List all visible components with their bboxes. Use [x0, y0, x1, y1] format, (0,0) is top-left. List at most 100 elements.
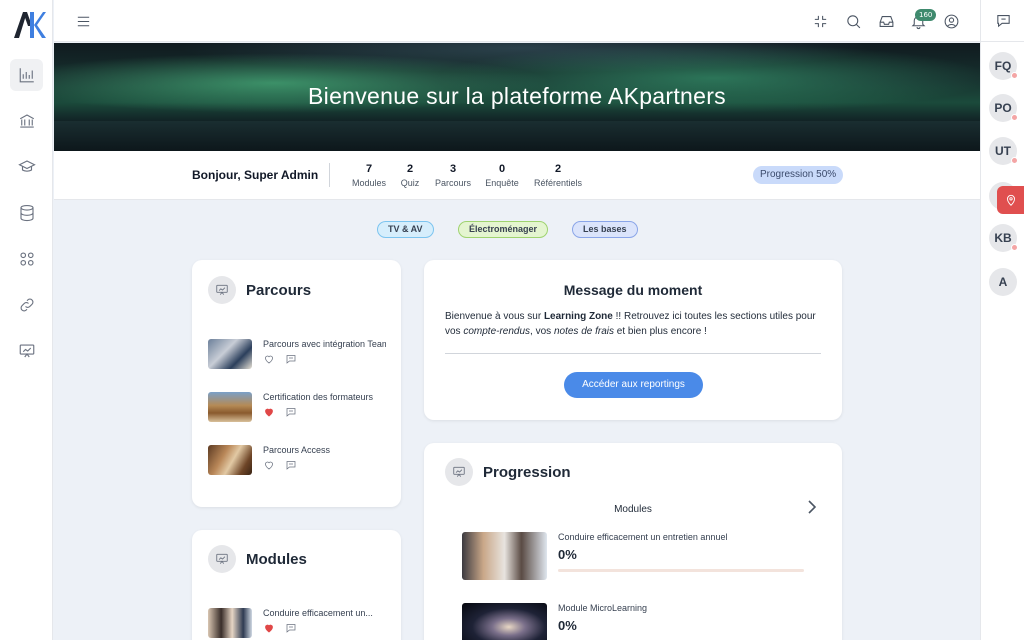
progress-item[interactable]: Conduire efficacement un entretien annue…: [462, 532, 812, 582]
item-actions: [263, 406, 297, 421]
comment-button[interactable]: [285, 622, 297, 637]
compress-icon: [814, 15, 826, 27]
menu-button[interactable]: [73, 11, 93, 31]
course-thumbnail: [208, 339, 252, 369]
chart-icon: [19, 68, 34, 83]
status-dot: [1011, 244, 1018, 251]
avatar[interactable]: UT: [989, 137, 1018, 165]
divider: [445, 353, 821, 354]
stat-referentiels: 2 Référentiels: [533, 163, 583, 188]
item-title: Parcours Access: [263, 445, 331, 455]
item-actions: [263, 353, 297, 368]
location-button[interactable]: [997, 186, 1024, 214]
sidebar-item-apps[interactable]: [10, 243, 43, 275]
comment-button[interactable]: [285, 353, 297, 368]
search-button[interactable]: [843, 11, 863, 31]
list-item[interactable]: Conduire efficacement un...: [208, 608, 386, 640]
profile-button[interactable]: [941, 11, 961, 31]
status-dot: [1011, 157, 1018, 164]
item-title: Conduire efficacement un entretien annue…: [558, 532, 728, 542]
item-actions: [263, 622, 297, 637]
menu-icon: [77, 16, 89, 26]
item-title: Certification des formateurs: [263, 392, 374, 402]
notification-count-badge: 160: [915, 9, 937, 21]
map-pin-icon: [1006, 194, 1015, 206]
comment-button[interactable]: [285, 406, 297, 421]
akpartners-logo[interactable]: [10, 6, 46, 42]
inbox-icon: [879, 15, 893, 27]
heart-filled-icon: [265, 624, 273, 633]
list-item[interactable]: Parcours Access: [208, 445, 386, 479]
sidebar-item-database[interactable]: [10, 197, 43, 229]
sidebar-item-links[interactable]: [10, 289, 43, 321]
link-icon: [20, 298, 33, 312]
status-dot: [1011, 114, 1018, 121]
tag-tv-av[interactable]: TV & AV: [377, 221, 434, 238]
inbox-button[interactable]: [876, 11, 896, 31]
bank-icon: [19, 114, 34, 128]
list-item[interactable]: Certification des formateurs: [208, 392, 386, 426]
message-title: Message du moment: [563, 282, 703, 298]
avatar[interactable]: FQ: [989, 52, 1018, 80]
card-header: Modules: [208, 545, 307, 573]
card-header: Parcours: [208, 276, 311, 304]
avatar[interactable]: A: [989, 268, 1017, 296]
tag-les-bases[interactable]: Les bases: [572, 221, 638, 238]
sidebar-item-dashboard[interactable]: [10, 59, 43, 91]
progress-percent: 0%: [558, 547, 577, 562]
left-sidebar: [0, 0, 53, 640]
item-title: Module MicroLearning: [558, 603, 648, 613]
user-circle-icon: [944, 14, 958, 28]
message-card: Message du moment Bienvenue à vous sur L…: [424, 260, 842, 420]
item-actions: [263, 459, 297, 474]
presentation-icon: [19, 344, 34, 358]
tag-electromenager[interactable]: Électroménager: [458, 221, 549, 238]
comment-icon: [286, 461, 296, 470]
stat-value: 2: [554, 163, 562, 175]
stat-enquete: 0 Enquête: [484, 163, 520, 188]
stat-label: Référentiels: [533, 178, 583, 188]
presentation-icon: [453, 466, 465, 477]
sidebar-item-courses[interactable]: [10, 151, 43, 183]
progress-item[interactable]: Module MicroLearning 0%: [462, 603, 812, 640]
status-dot: [1011, 72, 1018, 79]
right-sidebar: FQ PO UT D KB A: [980, 0, 1024, 640]
progress-percent: 0%: [558, 618, 577, 633]
chevron-right-icon: [808, 500, 817, 514]
top-bar: [54, 0, 980, 42]
progression-card: Progression Modules Conduire efficacemen…: [424, 443, 842, 640]
next-button[interactable]: [806, 500, 820, 516]
stat-value: 2: [406, 163, 414, 175]
item-title: Conduire efficacement un...: [263, 608, 373, 618]
like-button[interactable]: [263, 353, 275, 368]
parcours-card: Parcours Parcours avec intégration Teams…: [192, 260, 401, 507]
heart-filled-icon: [265, 408, 273, 417]
database-icon: [19, 204, 34, 222]
module-thumbnail: [462, 532, 547, 580]
like-button[interactable]: [263, 622, 275, 637]
stat-label: Enquête: [485, 178, 519, 188]
progression-section-label: Modules: [614, 504, 652, 515]
progression-badge: Progression 50%: [753, 166, 844, 184]
heart-icon: [265, 461, 273, 470]
list-item[interactable]: Parcours avec intégration Teams: [208, 339, 386, 373]
comment-button[interactable]: [285, 459, 297, 474]
like-button[interactable]: [263, 459, 275, 474]
card-header: Progression: [445, 458, 571, 486]
card-title: Parcours: [246, 281, 312, 299]
like-button[interactable]: [263, 406, 275, 421]
greeting-text: Bonjour, Super Admin: [192, 168, 319, 182]
avatar[interactable]: PO: [989, 94, 1018, 122]
module-thumbnail: [462, 603, 547, 640]
avatar[interactable]: KB: [989, 224, 1018, 252]
stat-value: 7: [365, 163, 373, 175]
stat-value: 0: [498, 163, 506, 175]
chat-button[interactable]: [981, 0, 1024, 42]
apps-grid-icon: [19, 252, 34, 266]
reportings-button[interactable]: Accéder aux reportings: [564, 372, 703, 398]
presentation-icon: [216, 553, 228, 564]
sidebar-item-institution[interactable]: [10, 105, 43, 137]
card-icon: [208, 276, 236, 304]
compress-button[interactable]: [810, 11, 830, 31]
sidebar-item-presentation[interactable]: [10, 335, 43, 367]
